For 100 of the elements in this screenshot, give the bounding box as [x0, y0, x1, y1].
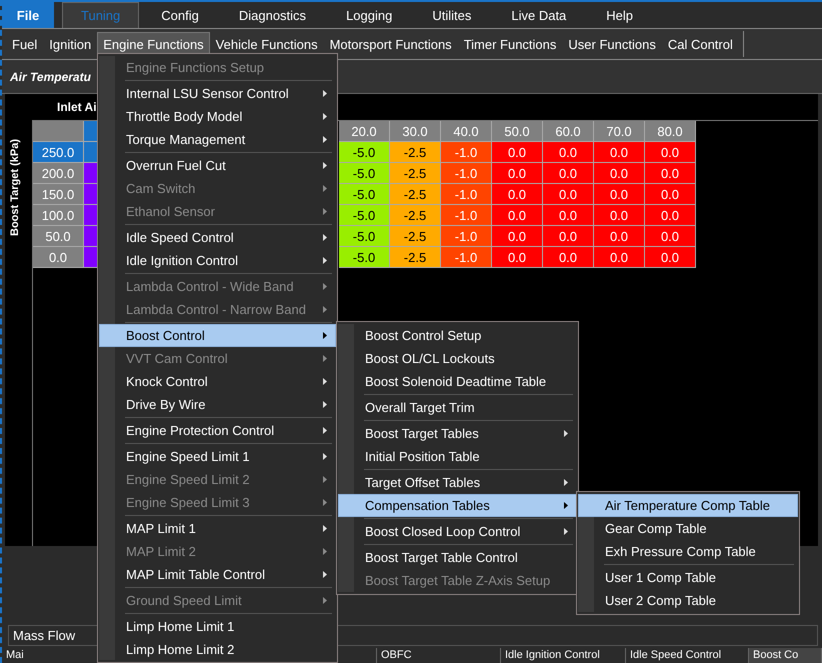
column-header[interactable]: 50.0 [492, 121, 543, 142]
submenu-arrow-icon [323, 476, 327, 483]
menu-item[interactable]: Boost OL/CL Lockouts [338, 347, 577, 370]
submenu-arrow-icon [323, 283, 327, 290]
menu-bar-item[interactable]: User Functions [562, 32, 662, 56]
menu-bar-item[interactable]: Motorsport Functions [324, 32, 458, 56]
menu-item[interactable]: Boost Target Tables [338, 422, 577, 445]
table-cell[interactable]: 0.0 [645, 142, 696, 163]
row-header[interactable]: 200.0 [33, 163, 84, 184]
table-cell[interactable]: 0.0 [645, 184, 696, 205]
table-cell[interactable]: -2.5 [390, 205, 441, 226]
menu-bar-item[interactable]: Cal Control [662, 32, 739, 56]
table-cell[interactable]: 0.0 [543, 142, 594, 163]
table-cell[interactable]: -2.5 [390, 184, 441, 205]
table-cell[interactable]: 0.0 [492, 247, 543, 268]
table-cell[interactable]: 0.0 [594, 247, 645, 268]
menu-item[interactable]: Engine Speed Limit 1 [99, 445, 336, 468]
row-header[interactable]: 250.0 [33, 142, 84, 163]
menu-item[interactable]: Drive By Wire [99, 393, 336, 416]
table-cell[interactable]: 0.0 [594, 205, 645, 226]
table-cell[interactable]: -5.0 [339, 184, 390, 205]
ribbon-tab[interactable]: Diagnostics [220, 2, 324, 28]
menu-item[interactable]: Boost Control Setup [338, 324, 577, 347]
menu-item[interactable]: MAP Limit Table Control [99, 563, 336, 586]
table-cell[interactable]: 0.0 [492, 184, 543, 205]
document-tab[interactable]: Boost Co [749, 648, 822, 663]
table-cell[interactable]: -5.0 [339, 163, 390, 184]
table-cell[interactable]: 0.0 [543, 163, 594, 184]
table-cell[interactable]: 0.0 [645, 247, 696, 268]
ribbon-tab[interactable]: Live Data [493, 2, 584, 28]
table-cell[interactable]: 0.0 [492, 226, 543, 247]
menu-item[interactable]: Air Temperature Comp Table [578, 494, 798, 517]
submenu-arrow-icon [323, 332, 327, 339]
table-cell[interactable]: 0.0 [645, 205, 696, 226]
menu-item[interactable]: Exh Pressure Comp Table [578, 540, 798, 563]
table-cell[interactable]: 0.0 [543, 184, 594, 205]
menu-item[interactable]: Internal LSU Sensor Control [99, 82, 336, 105]
table-cell[interactable]: 0.0 [594, 184, 645, 205]
submenu-arrow-icon [323, 525, 327, 532]
column-header[interactable]: 80.0 [645, 121, 696, 142]
menu-item[interactable]: Overrun Fuel Cut [99, 154, 336, 177]
ribbon-tab[interactable]: Utilites [414, 2, 490, 28]
menu-item[interactable]: Boost Closed Loop Control [338, 520, 577, 543]
table-cell[interactable]: -5.0 [339, 205, 390, 226]
table-cell[interactable]: 0.0 [492, 142, 543, 163]
menu-item[interactable]: Overall Target Trim [338, 396, 577, 419]
table-cell[interactable]: 0.0 [492, 205, 543, 226]
menu-item[interactable]: Engine Protection Control [99, 419, 336, 442]
ribbon-tab[interactable]: Config [143, 2, 217, 28]
menu-item[interactable]: Idle Speed Control [99, 226, 336, 249]
file-button[interactable]: File [2, 2, 54, 28]
menu-item[interactable]: Boost Solenoid Deadtime Table [338, 370, 577, 393]
column-header[interactable]: 60.0 [543, 121, 594, 142]
menu-item[interactable]: Initial Position Table [338, 445, 577, 468]
menu-item[interactable]: Throttle Body Model [99, 105, 336, 128]
column-header[interactable]: 20.0 [339, 121, 390, 142]
column-header[interactable]: 30.0 [390, 121, 441, 142]
table-cell[interactable]: 0.0 [645, 226, 696, 247]
menu-bar-item[interactable]: Ignition [43, 32, 98, 56]
table-cell[interactable]: 0.0 [492, 163, 543, 184]
row-header[interactable]: 50.0 [33, 226, 84, 247]
ribbon-tab[interactable]: Logging [328, 2, 410, 28]
column-header[interactable]: 70.0 [594, 121, 645, 142]
document-tab[interactable]: Idle Ignition Control [501, 648, 626, 663]
menu-item[interactable]: Boost Control [99, 324, 336, 347]
table-cell[interactable]: -2.5 [390, 247, 441, 268]
table-cell[interactable]: -2.5 [390, 226, 441, 247]
table-cell[interactable]: -5.0 [339, 226, 390, 247]
table-cell[interactable]: 0.0 [543, 226, 594, 247]
menu-item[interactable]: MAP Limit 1 [99, 517, 336, 540]
menu-bar-item[interactable]: Fuel [6, 32, 44, 56]
table-cell[interactable]: -2.5 [390, 163, 441, 184]
menu-bar-item[interactable]: Vehicle Functions [210, 32, 324, 56]
menu-item[interactable]: User 2 Comp Table [578, 589, 798, 612]
row-header[interactable]: 150.0 [33, 184, 84, 205]
menu-item[interactable]: Gear Comp Table [578, 517, 798, 540]
submenu-arrow-icon [323, 548, 327, 555]
ribbon-tab[interactable]: Help [588, 2, 652, 28]
document-tab[interactable]: Idle Speed Control [626, 648, 749, 663]
table-cell[interactable]: 0.0 [645, 163, 696, 184]
table-cell[interactable]: -2.5 [390, 142, 441, 163]
table-cell[interactable]: 0.0 [543, 205, 594, 226]
column-header[interactable]: 40.0 [441, 121, 492, 142]
menu-bar-item[interactable]: Timer Functions [458, 32, 562, 56]
table-cell[interactable]: -5.0 [339, 142, 390, 163]
menu-item[interactable]: Torque Management [99, 128, 336, 151]
row-header[interactable]: 0.0 [33, 247, 84, 268]
row-header[interactable]: 100.0 [33, 205, 84, 226]
table-cell[interactable]: 0.0 [543, 247, 594, 268]
menu-item[interactable]: Knock Control [99, 370, 336, 393]
table-cell[interactable]: 0.0 [594, 142, 645, 163]
document-tab[interactable]: OBFC [377, 648, 501, 663]
table-cell[interactable]: -5.0 [339, 247, 390, 268]
table-cell[interactable]: 0.0 [594, 226, 645, 247]
menu-item[interactable]: User 1 Comp Table [578, 566, 798, 589]
menu-item[interactable]: Target Offset Tables [338, 471, 577, 494]
menu-item[interactable]: Idle Ignition Control [99, 249, 336, 272]
menu-item[interactable]: Compensation Tables [338, 494, 577, 517]
table-cell[interactable]: 0.0 [594, 163, 645, 184]
menu-item[interactable]: Boost Target Table Control [338, 546, 577, 569]
